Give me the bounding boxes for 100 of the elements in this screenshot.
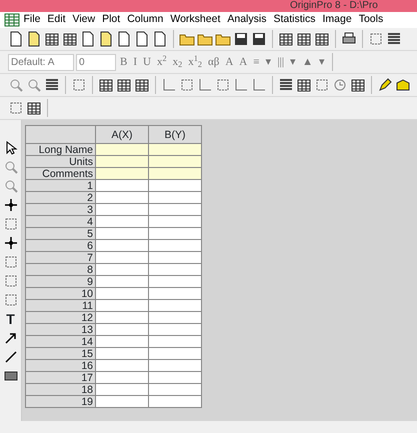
frame-icon[interactable] [71,77,87,93]
document-icon[interactable] [116,31,132,47]
column-header[interactable]: A(X) [96,126,148,144]
lines-icon[interactable] [386,31,402,47]
frame-icon[interactable] [179,77,195,93]
row-number[interactable]: 14 [26,336,96,348]
zoom-icon[interactable] [8,77,24,93]
frame-icon[interactable] [8,100,24,116]
table-cell[interactable] [96,216,148,228]
table-cell[interactable] [148,240,202,252]
table-cell[interactable] [96,252,148,264]
table-cell[interactable] [148,324,202,336]
grid-icon[interactable] [26,100,42,116]
label-cell[interactable] [148,144,202,156]
row-number[interactable]: 9 [26,276,96,288]
table-cell[interactable] [148,276,202,288]
format-button[interactable]: x$^{2}$ [154,54,169,70]
table-cell[interactable] [148,252,202,264]
grid-icon[interactable] [44,31,60,47]
label-cell[interactable] [96,156,148,168]
menu-item[interactable]: Plot [98,12,124,28]
grid-icon[interactable] [98,77,114,93]
grid-icon[interactable] [296,77,312,93]
table-cell[interactable] [148,180,202,192]
box-icon[interactable] [395,77,411,93]
frame-icon[interactable] [368,31,384,47]
label-cell[interactable] [148,168,202,180]
font-dropdown[interactable]: Default: A [8,54,74,70]
document-icon[interactable] [26,31,42,47]
row-number[interactable]: 3 [26,204,96,216]
frame-icon[interactable] [2,292,18,308]
format-button[interactable]: ||| [275,54,286,70]
menu-item[interactable]: File [20,12,44,28]
grid-icon[interactable] [350,77,366,93]
row-number[interactable]: 16 [26,360,96,372]
table-cell[interactable] [96,240,148,252]
table-cell[interactable] [96,396,148,408]
row-label[interactable]: Comments [26,168,96,180]
document-icon[interactable] [152,31,168,47]
line-icon[interactable] [2,349,18,365]
menu-item[interactable]: Statistics [270,12,319,28]
format-button[interactable]: A [223,54,236,70]
grid-icon[interactable] [134,77,150,93]
label-cell[interactable] [96,144,148,156]
frame-icon[interactable] [2,216,18,232]
table-cell[interactable] [148,228,202,240]
table-cell[interactable] [148,348,202,360]
frame-icon[interactable] [314,77,330,93]
table-cell[interactable] [148,312,202,324]
table-cell[interactable] [148,384,202,396]
table-cell[interactable] [96,264,148,276]
pencil-icon[interactable] [377,77,393,93]
format-button[interactable]: I [131,54,140,70]
table-cell[interactable] [148,204,202,216]
format-button[interactable]: x$_{2}$ [170,54,184,70]
table-cell[interactable] [148,300,202,312]
axis-icon[interactable] [161,77,177,93]
menu-item[interactable]: Column [124,12,167,28]
row-number[interactable]: 1 [26,180,96,192]
row-number[interactable]: 5 [26,228,96,240]
crosshair-icon[interactable] [2,235,18,251]
label-cell[interactable] [96,168,148,180]
row-number[interactable]: 15 [26,348,96,360]
row-number[interactable]: 10 [26,288,96,300]
table-cell[interactable] [96,360,148,372]
table-cell[interactable] [148,372,202,384]
table-cell[interactable] [96,324,148,336]
frame-icon[interactable] [215,77,231,93]
format-button[interactable]: A [237,54,250,70]
row-number[interactable]: 6 [26,240,96,252]
axis-icon[interactable] [251,77,267,93]
axis-icon[interactable] [233,77,249,93]
column-header[interactable]: B(Y) [148,126,202,144]
format-button[interactable]: ▾ [263,54,274,70]
table-cell[interactable] [96,336,148,348]
size-dropdown[interactable]: 0 [76,54,116,70]
grid-icon[interactable] [314,31,330,47]
row-number[interactable]: 7 [26,252,96,264]
menu-item[interactable]: View [69,12,99,28]
table-cell[interactable] [96,276,148,288]
row-label[interactable]: Long Name [26,144,96,156]
document-icon[interactable] [98,31,114,47]
format-button[interactable]: B [118,54,130,70]
menu-item[interactable]: Worksheet [166,12,224,28]
table-cell[interactable] [148,360,202,372]
worksheet-icon[interactable] [4,12,20,28]
row-number[interactable]: 8 [26,264,96,276]
crosshair-icon[interactable] [2,197,18,213]
text-tool[interactable]: T [6,311,15,327]
row-number[interactable]: 18 [26,384,96,396]
row-number[interactable]: 2 [26,192,96,204]
document-icon[interactable] [80,31,96,47]
format-button[interactable]: ▾ [288,54,298,70]
row-number[interactable]: 19 [26,396,96,408]
row-number[interactable]: 11 [26,300,96,312]
menu-item[interactable]: Image [319,12,356,28]
table-cell[interactable] [96,228,148,240]
grid-icon[interactable] [278,31,294,47]
label-cell[interactable] [148,156,202,168]
document-icon[interactable] [134,31,150,47]
